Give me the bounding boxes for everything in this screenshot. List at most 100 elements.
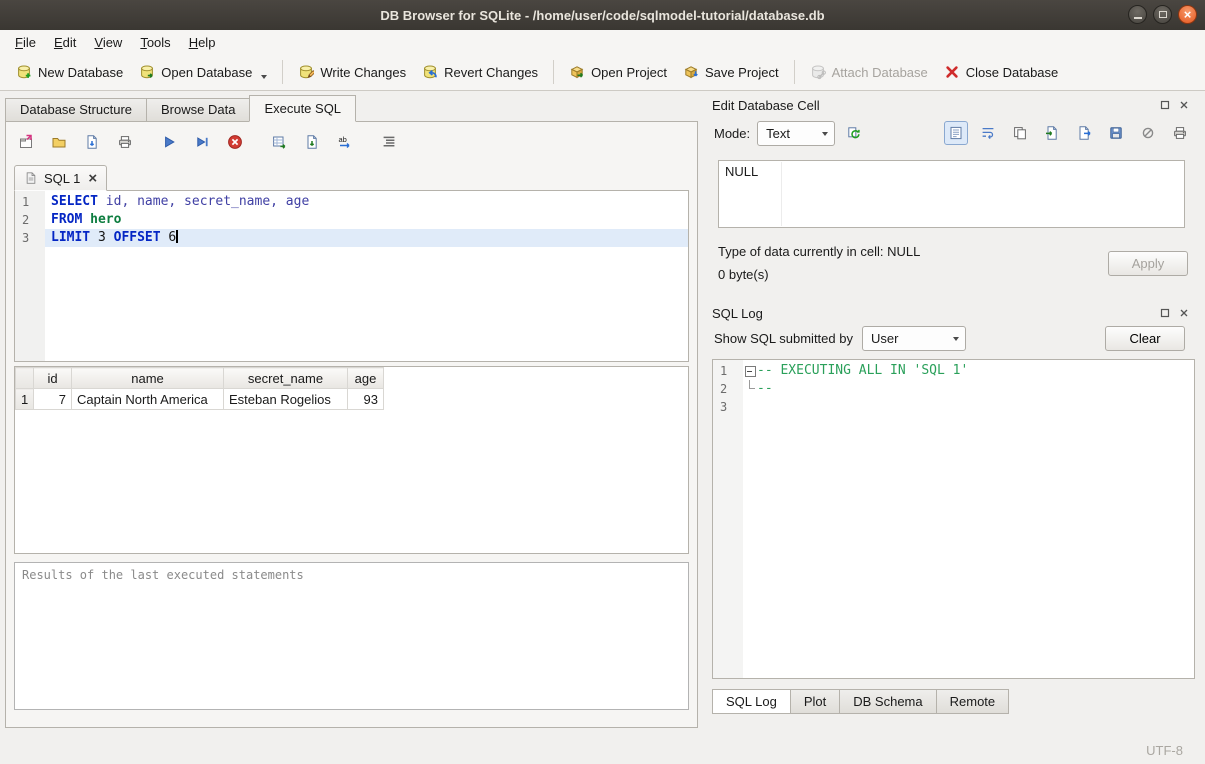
log-line-2: 2-- [713, 380, 1194, 398]
set-null-button[interactable] [1136, 121, 1160, 145]
dock-tab-remote[interactable]: Remote [936, 689, 1010, 714]
set-null-icon [1140, 125, 1156, 141]
open-sql-new-tab-button[interactable] [14, 130, 38, 154]
tab-browse-data[interactable]: Browse Data [146, 98, 250, 122]
auto-switch-mode-button[interactable] [842, 121, 866, 145]
maximize-button[interactable] [1153, 5, 1172, 24]
menu-tools[interactable]: Tools [131, 32, 179, 53]
save-results-button[interactable] [300, 130, 324, 154]
table-cell[interactable]: Captain North America [72, 389, 224, 410]
button-label: New Database [38, 65, 123, 80]
sql-log-dock-icons [1160, 308, 1190, 319]
button-label: Open Database [161, 65, 252, 80]
sql-tab[interactable]: SQL 1 × [14, 165, 107, 191]
write-changes-icon [298, 64, 314, 80]
sql-log-header: SQL Log [706, 298, 1202, 324]
grid-corner[interactable] [16, 368, 34, 389]
sql-editor[interactable]: 1SELECT id, name, secret_name, age2FROM … [14, 190, 689, 362]
table-cell[interactable]: Esteban Rogelios [224, 389, 348, 410]
save-sql-file-button[interactable] [80, 130, 104, 154]
print-button[interactable] [1168, 121, 1192, 145]
editor-line-3: 3LIMIT 3 OFFSET 6 [15, 229, 688, 247]
format-sql-button[interactable] [377, 130, 401, 154]
save-project-button[interactable]: Save Project [675, 60, 787, 84]
open-sql-new-tab-icon [18, 134, 34, 150]
dock-tab-sql-log[interactable]: SQL Log [712, 689, 791, 714]
save-button[interactable] [1104, 121, 1128, 145]
export-csv-button[interactable] [267, 130, 291, 154]
execute-all-button[interactable] [157, 130, 181, 154]
encoding-indicator: UTF-8 [1146, 743, 1183, 758]
mode-combobox[interactable]: Text [757, 121, 835, 146]
text-view-button[interactable] [944, 121, 968, 145]
dock-tab-plot[interactable]: Plot [790, 689, 840, 714]
attach-database-button: Attach Database [802, 60, 936, 84]
format-sql-icon [381, 134, 397, 150]
open-database-button[interactable]: Open Database [131, 60, 275, 84]
undock-icon[interactable] [1160, 308, 1171, 319]
find-replace-button[interactable]: ab [333, 130, 357, 154]
titlebar[interactable]: DB Browser for SQLite - /home/user/code/… [0, 0, 1205, 30]
undock-icon[interactable] [1160, 100, 1171, 111]
word-wrap-icon [980, 125, 996, 141]
execute-current-line-button[interactable] [190, 130, 214, 154]
close-window-button[interactable]: × [1178, 5, 1197, 24]
editor-line-2: 2FROM hero [15, 211, 688, 229]
button-label: Attach Database [832, 65, 928, 80]
sql-log-title: SQL Log [712, 306, 1160, 321]
dock-tab-db-schema[interactable]: DB Schema [839, 689, 936, 714]
sql-log-view[interactable]: 1-- EXECUTING ALL IN 'SQL 1'2--3 [712, 359, 1195, 679]
tab-database-structure[interactable]: Database Structure [5, 98, 147, 122]
log-filter-combobox[interactable]: User [862, 326, 966, 351]
write-changes-button[interactable]: Write Changes [290, 60, 414, 84]
print-sql-button[interactable] [113, 130, 137, 154]
menubar: FileEditViewToolsHelp [0, 30, 1205, 54]
edit-cell-title: Edit Database Cell [712, 98, 1160, 113]
find-replace-icon: ab [337, 134, 353, 150]
column-header-name[interactable]: name [72, 368, 224, 389]
fold-marker[interactable] [743, 362, 757, 380]
word-wrap-button[interactable] [976, 121, 1000, 145]
line-text: LIMIT 3 OFFSET 6 [45, 229, 688, 247]
column-header-secret-name[interactable]: secret_name [224, 368, 348, 389]
menu-view[interactable]: View [85, 32, 131, 53]
sql-tab-label: SQL 1 [44, 171, 80, 186]
stop-execution-button[interactable] [223, 130, 247, 154]
export-button[interactable] [1072, 121, 1096, 145]
menu-help[interactable]: Help [180, 32, 225, 53]
column-header-age[interactable]: age [348, 368, 384, 389]
log-filter-row: Show SQL submitted by User Clear [706, 326, 1202, 351]
open-sql-file-button[interactable] [47, 130, 71, 154]
minimize-icon [1134, 17, 1142, 19]
minimize-button[interactable] [1128, 5, 1147, 24]
results-grid[interactable]: idnamesecret_nameage 17Captain North Amer… [14, 366, 689, 554]
save-sql-file-icon [84, 134, 100, 150]
tab-close-icon[interactable]: × [88, 171, 97, 186]
sql-file-icon [24, 171, 38, 185]
row-number[interactable]: 1 [16, 389, 34, 410]
close-database-button[interactable]: Close Database [936, 60, 1067, 84]
copy-button[interactable] [1008, 121, 1032, 145]
dropdown-arrow-icon[interactable] [261, 75, 267, 79]
editor-line-1: 1SELECT id, name, secret_name, age [15, 193, 688, 211]
table-cell[interactable]: 93 [348, 389, 384, 410]
column-header-id[interactable]: id [34, 368, 72, 389]
clear-button[interactable]: Clear [1105, 326, 1185, 351]
copy-icon [1012, 125, 1028, 141]
revert-changes-button[interactable]: Revert Changes [414, 60, 546, 84]
menu-file[interactable]: File [6, 32, 45, 53]
cell-type-row: Type of data currently in cell: NULL 0 b… [718, 242, 1188, 284]
open-project-button[interactable]: Open Project [561, 60, 675, 84]
window-title: DB Browser for SQLite - /home/user/code/… [0, 8, 1205, 23]
button-label: Revert Changes [444, 65, 538, 80]
line-text: SELECT id, name, secret_name, age [45, 193, 688, 211]
tab-execute-sql[interactable]: Execute SQL [249, 95, 356, 122]
close-panel-icon[interactable] [1179, 100, 1190, 111]
table-cell[interactable]: 7 [34, 389, 72, 410]
import-button[interactable] [1040, 121, 1064, 145]
new-database-button[interactable]: New Database [8, 60, 131, 84]
close-panel-icon[interactable] [1179, 308, 1190, 319]
print-sql-icon [117, 134, 133, 150]
menu-edit[interactable]: Edit [45, 32, 85, 53]
cell-editor[interactable]: NULL [718, 160, 1185, 228]
